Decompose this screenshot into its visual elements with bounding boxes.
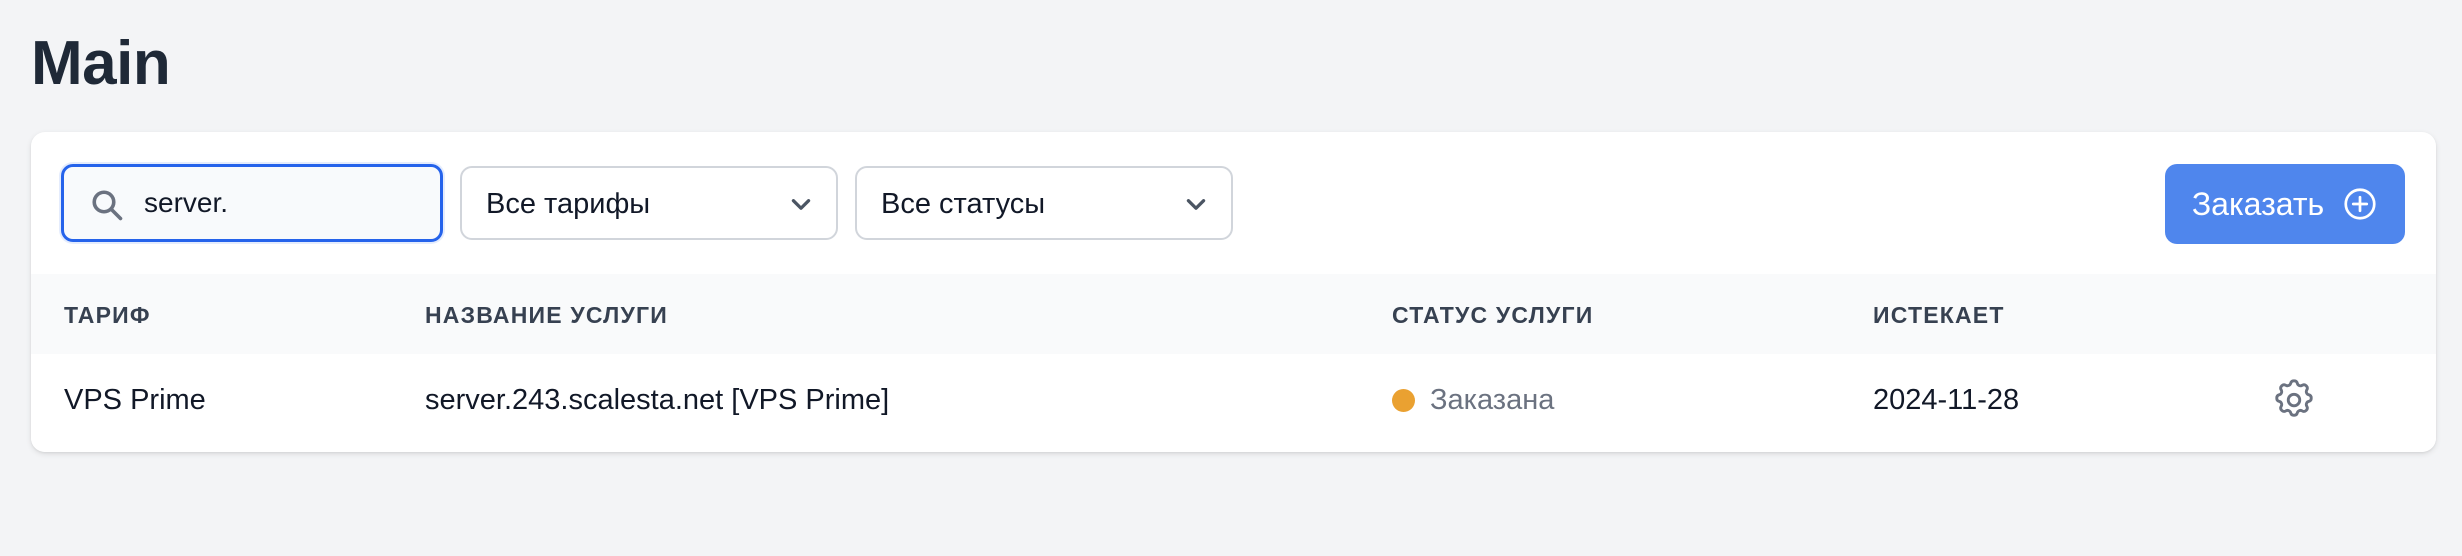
column-header-tariff[interactable]: ТАРИФ <box>64 302 151 329</box>
toolbar: Все тарифы Все статусы Заказать <box>31 132 2436 274</box>
cell-status: Заказана <box>1392 384 1554 417</box>
gear-icon[interactable] <box>2271 377 2317 423</box>
plus-circle-icon <box>2344 188 2376 220</box>
search-input[interactable] <box>144 167 424 239</box>
chevron-down-icon <box>1186 199 1206 210</box>
table-header: ТАРИФ НАЗВАНИЕ УСЛУГИ СТАТУС УСЛУГИ ИСТЕ… <box>31 274 2436 354</box>
status-filter-select[interactable]: Все статусы <box>855 166 1233 240</box>
services-card: Все тарифы Все статусы Заказать ТАРИФ НА… <box>31 132 2436 452</box>
order-button-label: Заказать <box>2191 185 2325 222</box>
tariff-filter-value: Все тарифы <box>486 188 651 220</box>
cell-service-name[interactable]: server.243.scalesta.net [VPS Prime] <box>425 384 889 417</box>
table-row[interactable]: VPS Prime server.243.scalesta.net [VPS P… <box>31 354 2436 452</box>
page-title: Main <box>31 29 171 98</box>
cell-expires: 2024-11-28 <box>1873 384 2020 416</box>
chevron-down-icon <box>791 199 811 210</box>
column-header-service-name[interactable]: НАЗВАНИЕ УСЛУГИ <box>425 302 668 329</box>
status-label: Заказана <box>1430 384 1555 416</box>
column-header-status[interactable]: СТАТУС УСЛУГИ <box>1392 302 1593 329</box>
status-filter-value: Все статусы <box>881 188 1046 220</box>
tariff-filter-select[interactable]: Все тарифы <box>460 166 838 240</box>
search-icon <box>92 190 123 221</box>
status-dot <box>1392 389 1415 412</box>
cell-tariff: VPS Prime <box>64 384 206 416</box>
search-box[interactable] <box>61 164 443 242</box>
column-header-expires[interactable]: ИСТЕКАЕТ <box>1873 302 2005 329</box>
order-button[interactable]: Заказать <box>2165 164 2405 244</box>
